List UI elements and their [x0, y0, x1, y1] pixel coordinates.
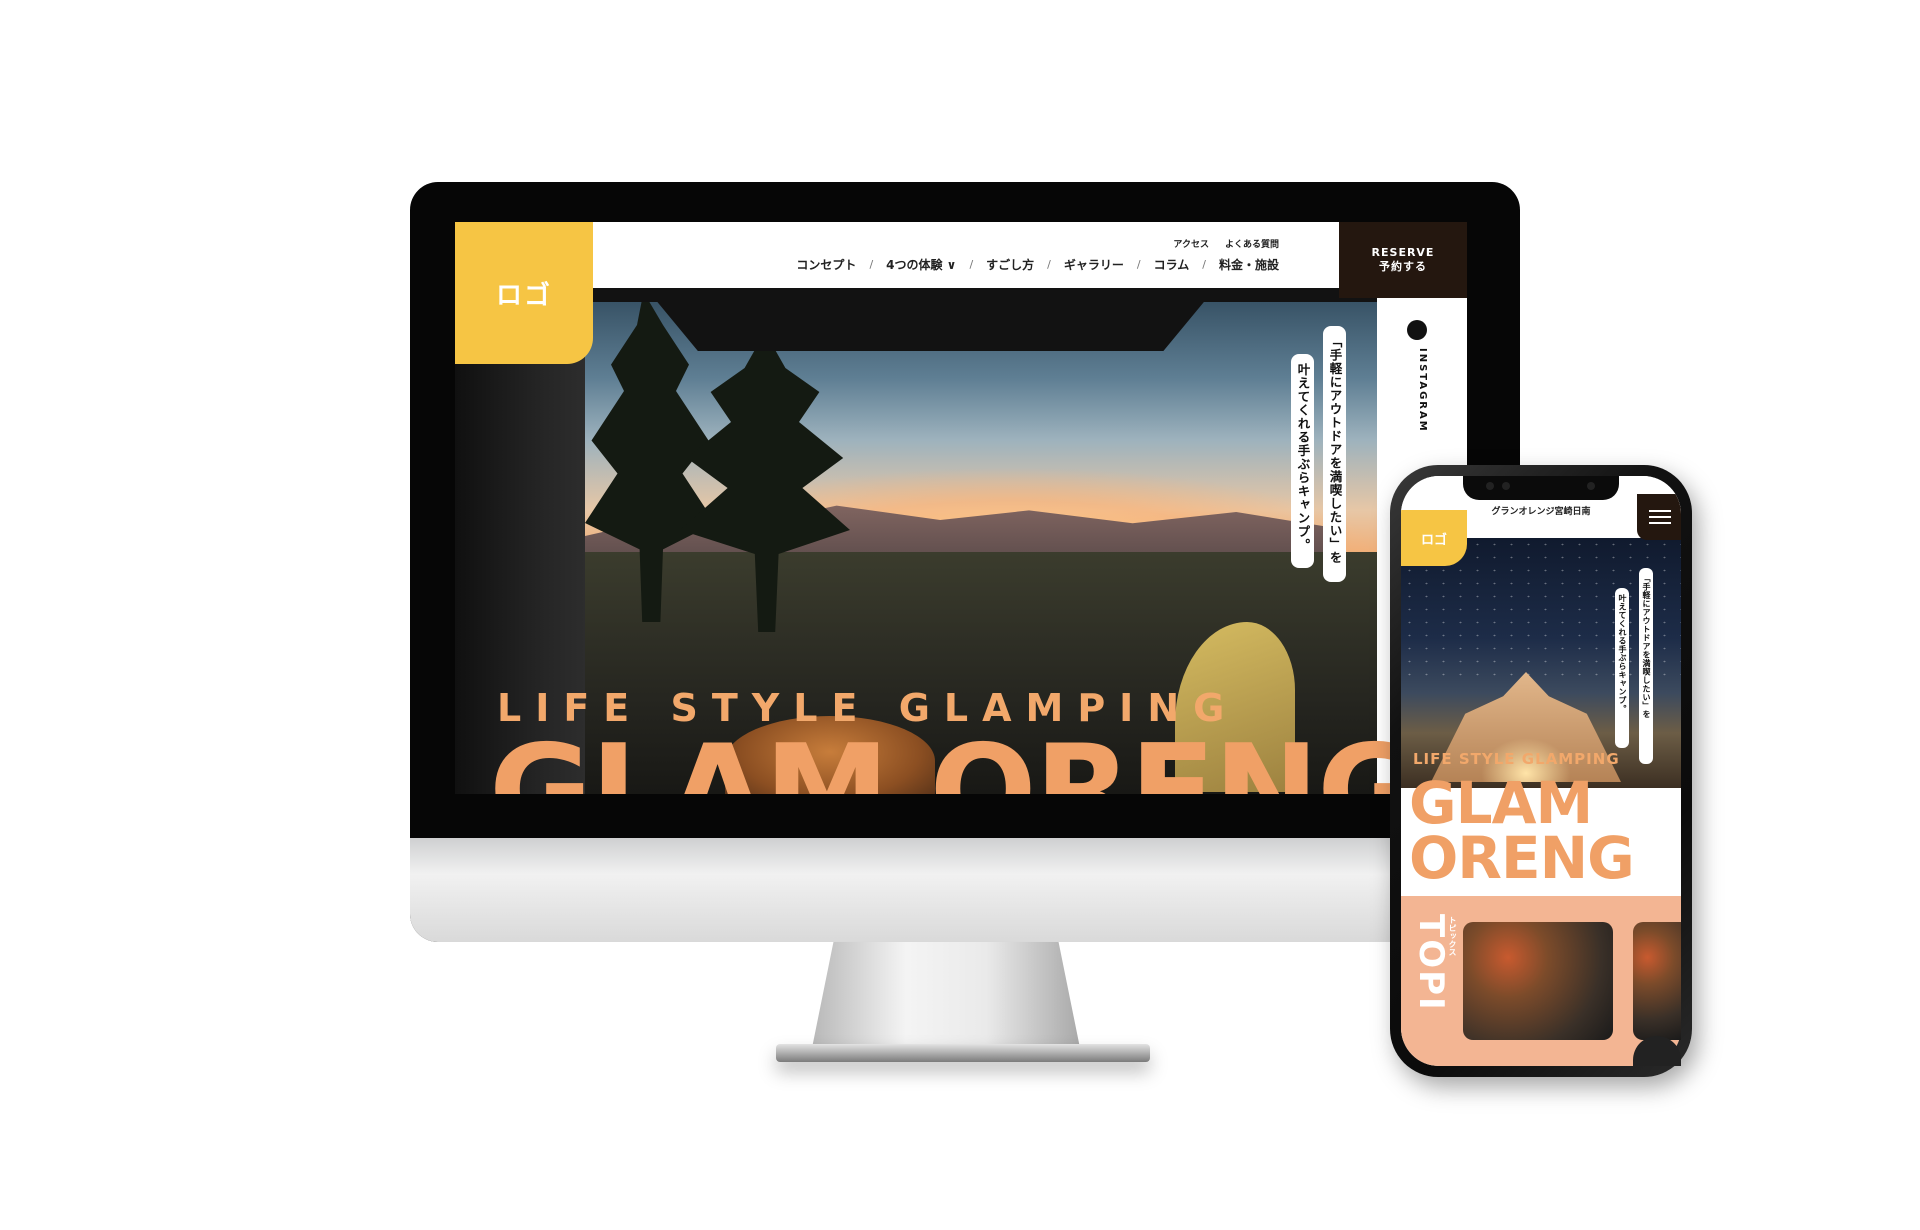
- hero-copy-line-1: 「手軽にアウトドアを満喫したい」を: [1323, 326, 1346, 582]
- phone-brand-title: GLAM ORENG: [1409, 769, 1635, 893]
- nav-experiences-link[interactable]: 4つの体験 ∨: [886, 256, 956, 273]
- hero-copy-line-2: 叶えてくれる手ぶらキャンプ。: [1291, 354, 1314, 568]
- nav-faq-link[interactable]: よくある質問: [1225, 237, 1279, 250]
- menu-line: [1649, 516, 1671, 518]
- nav-separator: /: [1136, 258, 1141, 271]
- monitor-stand: [812, 942, 1080, 1048]
- nav-separator: /: [1202, 258, 1206, 271]
- nav-concept-link[interactable]: コンセプト: [796, 256, 856, 273]
- hamburger-menu-icon[interactable]: [1637, 494, 1681, 540]
- topic-card-image[interactable]: [1633, 922, 1681, 1040]
- phone-copy-line-2: 叶えてくれる手ぶらキャンプ。: [1615, 588, 1629, 748]
- menu-line: [1649, 522, 1671, 524]
- topics-heading: TOPI: [1411, 914, 1451, 1012]
- desktop-screen: アクセス よくある質問 コンセプト / 4つの体験 ∨ / すごし方 / ギャラ…: [455, 222, 1467, 794]
- phone-tagline: LIFE STYLE GLAMPING: [1413, 750, 1620, 768]
- phone-brand-title-line-1: GLAM: [1409, 769, 1593, 837]
- nav-separator: /: [1047, 258, 1051, 271]
- monitor-base: [776, 1044, 1150, 1062]
- nav-gallery-link[interactable]: ギャラリー: [1064, 256, 1124, 273]
- camera-dot: [1587, 482, 1595, 490]
- sensor-dot: [1502, 482, 1510, 490]
- nav-access-link[interactable]: アクセス: [1173, 237, 1209, 250]
- site-logo[interactable]: ロゴ: [455, 222, 593, 364]
- nav-how-to-spend-link[interactable]: すごし方: [986, 256, 1034, 273]
- phone-copy-line-1: 「手軽にアウトドアを満喫したい」を: [1639, 568, 1653, 764]
- hero-brand-title: GLAM ORENG: [489, 717, 1421, 795]
- monitor-chin: [410, 838, 1520, 942]
- main-nav: コンセプト / 4つの体験 ∨ / すごし方 / ギャラリー / コラム / 料…: [796, 256, 1279, 273]
- phone-logo[interactable]: ロゴ: [1401, 510, 1467, 566]
- instagram-icon[interactable]: [1407, 320, 1427, 340]
- header-nav: アクセス よくある質問 コンセプト / 4つの体験 ∨ / すごし方 / ギャラ…: [455, 222, 1467, 288]
- topic-card-image[interactable]: [1463, 922, 1613, 1040]
- logo-text: ロゴ: [495, 280, 552, 311]
- phone-brand-title-line-2: ORENG: [1409, 824, 1635, 893]
- nav-separator: /: [969, 258, 974, 271]
- sensor-dot: [1486, 482, 1494, 490]
- nav-pricing-link[interactable]: 料金・施設: [1219, 256, 1279, 273]
- reserve-ja-label: 予約する: [1379, 260, 1427, 273]
- topics-subheading: トピックス: [1448, 916, 1457, 956]
- nav-column-link[interactable]: コラム: [1154, 256, 1190, 273]
- phone-logo-text: ロゴ: [1420, 532, 1447, 548]
- reserve-button[interactable]: RESERVE 予約する: [1339, 222, 1467, 298]
- reserve-en-label: RESERVE: [1371, 245, 1435, 259]
- nav-separator: /: [869, 258, 874, 271]
- menu-line: [1649, 510, 1671, 512]
- instagram-link[interactable]: INSTAGRAM: [1417, 348, 1428, 433]
- sub-nav: アクセス よくある質問: [1173, 237, 1279, 250]
